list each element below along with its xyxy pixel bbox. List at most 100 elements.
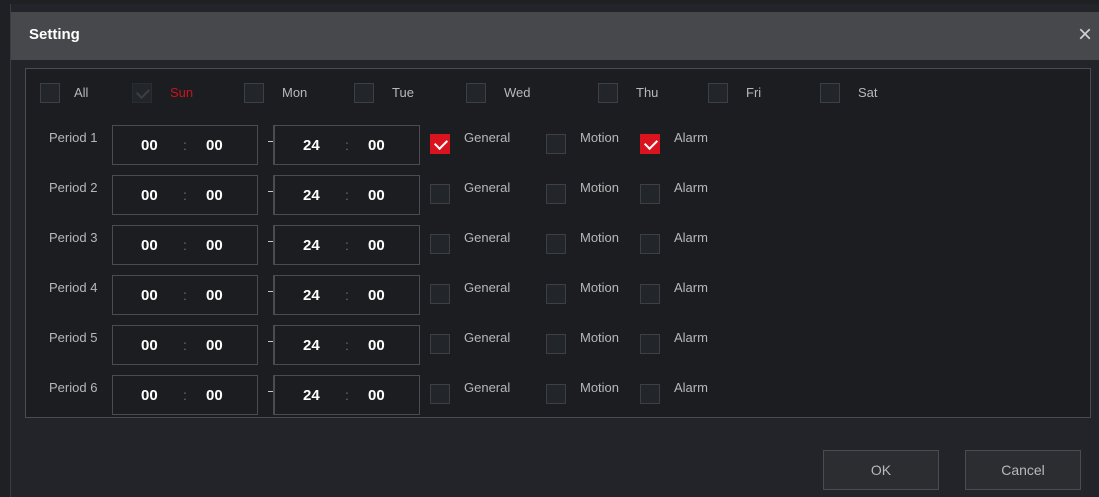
minute-value[interactable]: 00 [206, 287, 223, 304]
general-label: General [464, 280, 511, 295]
time-separator: : [345, 237, 349, 253]
general-checkbox[interactable] [430, 284, 450, 304]
hour-value[interactable]: 00 [141, 137, 158, 154]
start-time-input[interactable]: 00: 00 [112, 175, 258, 215]
motion-checkbox[interactable] [546, 134, 566, 154]
checkmark-icon [643, 135, 659, 151]
minute-value[interactable]: 00 [368, 337, 385, 354]
day-checkbox-sat[interactable] [820, 83, 840, 103]
day-label: All [74, 85, 89, 100]
alarm-label: Alarm [674, 180, 708, 195]
general-checkbox[interactable] [430, 134, 450, 154]
general-label: General [464, 380, 511, 395]
minute-value[interactable]: 00 [206, 137, 223, 154]
end-time-input[interactable]: 24: 00 [274, 375, 420, 415]
time-separator: : [183, 237, 187, 253]
general-checkbox[interactable] [430, 334, 450, 354]
motion-checkbox[interactable] [546, 384, 566, 404]
motion-checkbox[interactable] [546, 234, 566, 254]
hour-value[interactable]: 24 [303, 387, 320, 404]
minute-value[interactable]: 00 [368, 387, 385, 404]
period-label: Period 5 [49, 330, 98, 345]
period-row: Period 5 00: 00 24: 00 General Motion Alarm [26, 325, 1092, 365]
day-checkbox-fri[interactable] [708, 83, 728, 103]
period-label: Period 2 [49, 180, 98, 195]
end-time-input[interactable]: 24: 00 [274, 325, 420, 365]
time-separator: : [183, 187, 187, 203]
start-time-input[interactable]: 00: 00 [112, 375, 258, 415]
motion-checkbox[interactable] [546, 184, 566, 204]
alarm-label: Alarm [674, 130, 708, 145]
hour-value[interactable]: 00 [141, 337, 158, 354]
alarm-checkbox[interactable] [640, 134, 660, 154]
motion-checkbox[interactable] [546, 334, 566, 354]
period-label: Period 6 [49, 380, 98, 395]
day-checkbox-thu[interactable] [598, 83, 618, 103]
day-label: Thu [636, 85, 659, 100]
title-bar: Setting × [11, 12, 1099, 60]
general-checkbox[interactable] [430, 184, 450, 204]
minute-value[interactable]: 00 [206, 187, 223, 204]
period-row: Period 6 00: 00 24: 00 General Motion Alarm [26, 375, 1092, 415]
period-row: Period 2 00: 00 24: 00 General Motion Alarm [26, 175, 1092, 215]
hour-value[interactable]: 00 [141, 287, 158, 304]
hour-value[interactable]: 24 [303, 187, 320, 204]
motion-label: Motion [580, 280, 620, 295]
minute-value[interactable]: 00 [368, 187, 385, 204]
end-time-input[interactable]: 24: 00 [274, 225, 420, 265]
day-checkbox-all[interactable] [40, 83, 60, 103]
minute-value[interactable]: 00 [206, 387, 223, 404]
motion-label: Motion [580, 180, 620, 195]
end-time-input[interactable]: 24: 00 [274, 175, 420, 215]
time-separator: : [183, 137, 187, 153]
motion-label: Motion [580, 380, 620, 395]
alarm-checkbox[interactable] [640, 284, 660, 304]
checkmark-icon [433, 135, 449, 151]
hour-value[interactable]: 00 [141, 387, 158, 404]
hour-value[interactable]: 24 [303, 137, 320, 154]
hour-value[interactable]: 24 [303, 287, 320, 304]
minute-value[interactable]: 00 [368, 137, 385, 154]
close-icon[interactable]: × [1074, 23, 1096, 47]
end-time-input[interactable]: 24: 00 [274, 275, 420, 315]
time-separator: : [345, 287, 349, 303]
minute-value[interactable]: 00 [206, 237, 223, 254]
day-checkbox-wed[interactable] [466, 83, 486, 103]
hour-value[interactable]: 00 [141, 237, 158, 254]
period-row: Period 4 00: 00 24: 00 General Motion Alarm [26, 275, 1092, 315]
alarm-label: Alarm [674, 230, 708, 245]
ok-button[interactable]: OK [823, 450, 939, 490]
minute-value[interactable]: 00 [368, 287, 385, 304]
period-label: Period 3 [49, 230, 98, 245]
motion-checkbox[interactable] [546, 284, 566, 304]
general-checkbox[interactable] [430, 384, 450, 404]
cancel-button[interactable]: Cancel [965, 450, 1081, 490]
general-label: General [464, 130, 511, 145]
hour-value[interactable]: 00 [141, 187, 158, 204]
start-time-input[interactable]: 00: 00 [112, 125, 258, 165]
day-label: Sun [170, 85, 194, 100]
end-time-input[interactable]: 24: 00 [274, 125, 420, 165]
time-separator: : [183, 387, 187, 403]
start-time-input[interactable]: 00: 00 [112, 225, 258, 265]
day-checkbox-tue[interactable] [354, 83, 374, 103]
schedule-panel: All Sun Mon Tue Wed Thu Fri Sat Period 1 00:00 24… [25, 68, 1091, 418]
general-checkbox[interactable] [430, 234, 450, 254]
alarm-checkbox[interactable] [640, 234, 660, 254]
start-time-input[interactable]: 00: 00 [112, 325, 258, 365]
checkmark-icon [135, 84, 151, 100]
dialog-title: Setting [29, 26, 80, 43]
hour-value[interactable]: 24 [303, 237, 320, 254]
hour-value[interactable]: 24 [303, 337, 320, 354]
minute-value[interactable]: 00 [368, 237, 385, 254]
day-label: Wed [504, 85, 531, 100]
day-checkbox-mon[interactable] [244, 83, 264, 103]
alarm-checkbox[interactable] [640, 334, 660, 354]
start-time-input[interactable]: 00: 00 [112, 275, 258, 315]
alarm-checkbox[interactable] [640, 384, 660, 404]
alarm-checkbox[interactable] [640, 184, 660, 204]
alarm-label: Alarm [674, 380, 708, 395]
minute-value[interactable]: 00 [206, 337, 223, 354]
day-checkbox-sun[interactable] [132, 83, 152, 103]
motion-label: Motion [580, 230, 620, 245]
